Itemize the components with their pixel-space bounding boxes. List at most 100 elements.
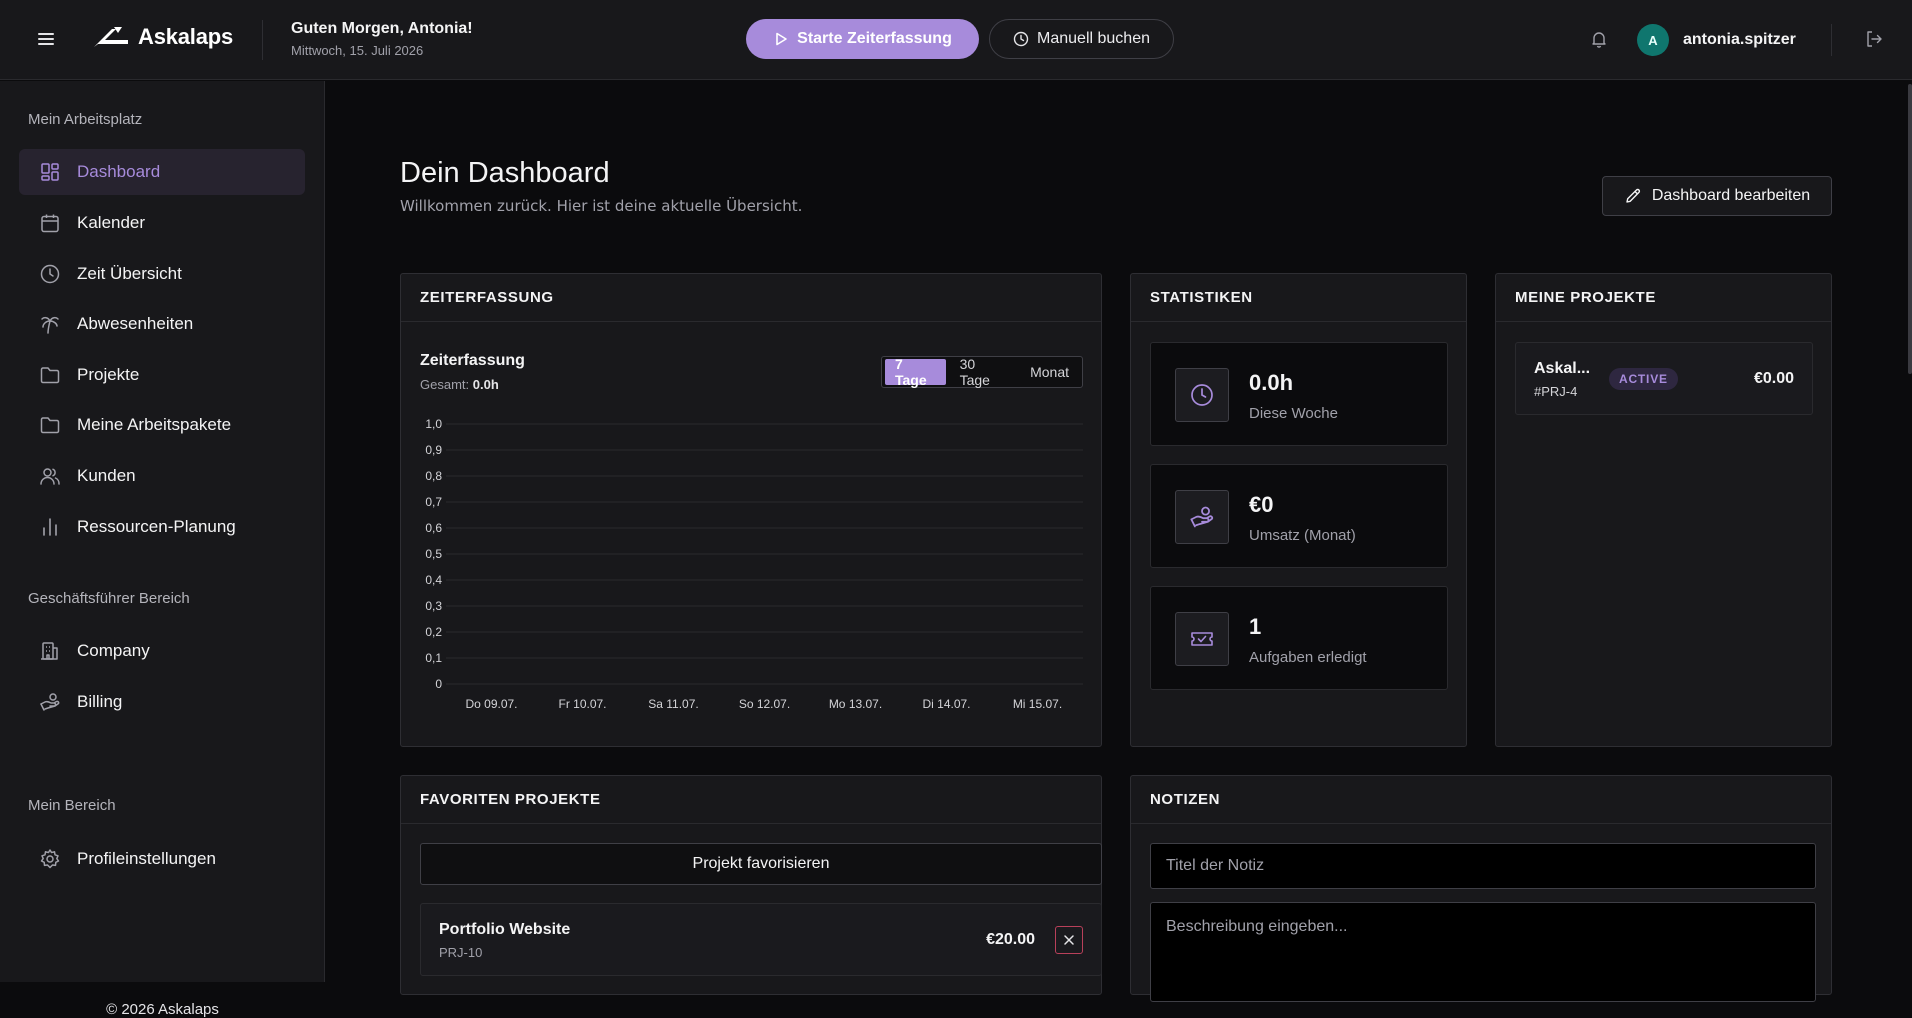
stat-label: Aufgaben erledigt — [1249, 649, 1367, 666]
sidebar-item-dashboard[interactable]: Dashboard — [19, 149, 305, 195]
gear-icon — [39, 848, 61, 870]
header-divider — [262, 20, 263, 60]
hand-coins-icon — [1175, 490, 1229, 544]
sidebar-item-label: Billing — [77, 692, 123, 711]
menu-icon[interactable] — [36, 29, 56, 49]
project-amount: €0.00 — [1753, 370, 1794, 387]
page-subtitle: Willkommen zurück. Hier ist deine aktuel… — [400, 197, 803, 215]
favorite-project-item[interactable]: Portfolio Website PRJ-10 €20.00 — [420, 903, 1102, 976]
card-heading: FAVORITEN PROJEKTE — [401, 776, 1101, 824]
statistics-card: STATISTIKEN 0.0h Diese Woche €0 Umsatz (… — [1130, 273, 1467, 747]
project-item[interactable]: Askal... #PRJ-4 ACTIVE €0.00 — [1515, 342, 1813, 415]
range-month[interactable]: Monat — [1020, 359, 1079, 385]
sidebar-item-calendar[interactable]: Kalender — [19, 200, 305, 246]
favorite-project-button[interactable]: Projekt favorisieren — [420, 843, 1102, 885]
y-tick-label: 0,9 — [425, 443, 442, 457]
sidebar-item-label: Dashboard — [77, 162, 161, 181]
y-tick-label: 0,4 — [425, 573, 442, 587]
stat-box-week-hours: 0.0h Diese Woche — [1150, 342, 1448, 446]
sidebar: Mein Arbeitsplatz Dashboard Kalender Zei… — [0, 81, 325, 1018]
y-tick-label: 0 — [435, 677, 442, 691]
hand-coins-icon — [39, 691, 61, 713]
y-tick-label: 0,6 — [425, 521, 442, 535]
ticket-check-icon — [1175, 612, 1229, 666]
range-7-days[interactable]: 7 Tage — [885, 356, 946, 388]
close-icon — [1062, 933, 1076, 947]
y-tick-label: 0,5 — [425, 547, 442, 561]
page-title: Dein Dashboard — [400, 157, 610, 189]
building-icon — [39, 640, 61, 662]
stat-label: Umsatz (Monat) — [1249, 527, 1356, 544]
scrollbar[interactable] — [1908, 84, 1912, 374]
folder-icon — [39, 414, 61, 436]
note-description-input[interactable] — [1150, 902, 1816, 1002]
bell-icon[interactable] — [1589, 29, 1609, 49]
sidebar-item-customers[interactable]: Kunden — [19, 453, 305, 499]
project-name: Portfolio Website — [439, 921, 571, 938]
edit-dashboard-label: Dashboard bearbeiten — [1651, 187, 1811, 204]
chart-total: Gesamt: 0.0h — [420, 377, 499, 392]
greeting: Guten Morgen, Antonia! Mittwoch, 15. Jul… — [291, 20, 473, 58]
clock-icon — [1175, 368, 1229, 422]
header-divider — [1831, 24, 1832, 56]
manual-booking-label: Manuell buchen — [1037, 30, 1150, 47]
sidebar-item-label: Kunden — [77, 466, 136, 485]
sidebar-item-absences[interactable]: Abwesenheiten — [19, 301, 305, 347]
start-time-tracking-label: Starte Zeiterfassung — [797, 30, 952, 47]
manual-booking-button[interactable]: Manuell buchen — [989, 19, 1174, 59]
x-tick-label: Fr 10.07. — [558, 697, 606, 711]
remove-favorite-button[interactable] — [1055, 926, 1083, 954]
app-logo[interactable]: Askalaps — [92, 24, 233, 50]
greeting-title: Guten Morgen, Antonia! — [291, 20, 473, 37]
y-tick-label: 0,2 — [425, 625, 442, 639]
sidebar-item-work-packages[interactable]: Meine Arbeitspakete — [19, 402, 305, 448]
project-name: Askal... — [1534, 360, 1591, 377]
note-title-input[interactable] — [1150, 843, 1816, 889]
project-amount: €20.00 — [986, 931, 1035, 948]
avatar[interactable]: A — [1637, 24, 1669, 56]
bar-chart-icon — [39, 516, 61, 538]
palm-tree-icon — [39, 313, 61, 335]
dashboard-icon — [39, 161, 61, 183]
logout-icon[interactable] — [1864, 29, 1884, 49]
time-tracking-card: ZEITERFASSUNG Zeiterfassung Gesamt: 0.0h… — [400, 273, 1102, 747]
start-time-tracking-button[interactable]: Starte Zeiterfassung — [746, 19, 979, 59]
time-tracking-chart: 0 0,1 0,2 0,3 0,4 0,5 0,6 0,7 0,8 0,9 1,0 Do 09.07.… — [425, 417, 1083, 711]
sidebar-item-label: Zeit Übersicht — [77, 264, 182, 283]
chart-title: Zeiterfassung — [420, 352, 525, 369]
edit-dashboard-button[interactable]: Dashboard bearbeiten — [1602, 176, 1832, 216]
x-tick-label: Sa 11.07. — [648, 697, 698, 711]
sidebar-section-title: Mein Arbeitsplatz — [28, 111, 143, 128]
card-heading: ZEITERFASSUNG — [401, 274, 1101, 322]
stat-box-revenue: €0 Umsatz (Monat) — [1150, 464, 1448, 568]
sidebar-item-label: Ressourcen-Planung — [77, 517, 236, 536]
sidebar-item-label: Kalender — [77, 213, 146, 232]
sidebar-item-company[interactable]: Company — [19, 628, 305, 674]
sidebar-item-label: Projekte — [77, 365, 140, 384]
y-tick-label: 0,1 — [425, 651, 442, 665]
range-30-days[interactable]: 30 Tage — [950, 356, 1016, 388]
sidebar-item-resource-planning[interactable]: Ressourcen-Planung — [19, 504, 305, 550]
sidebar-item-label: Company — [77, 641, 150, 660]
project-code: PRJ-10 — [439, 945, 483, 960]
sidebar-item-projects[interactable]: Projekte — [19, 352, 305, 398]
stat-value: 0.0h — [1249, 370, 1294, 395]
clock-icon — [1013, 31, 1029, 47]
top-header: Askalaps Guten Morgen, Antonia! Mittwoch… — [0, 0, 1912, 80]
username[interactable]: antonia.spitzer — [1683, 31, 1796, 49]
copyright: © 2026 Askalaps — [106, 1001, 219, 1018]
sidebar-item-billing[interactable]: Billing — [19, 679, 305, 725]
stat-label: Diese Woche — [1249, 405, 1338, 422]
sidebar-section-title: Geschäftsführer Bereich — [28, 590, 190, 607]
sidebar-item-label: Meine Arbeitspakete — [77, 415, 232, 434]
stat-value: 1 — [1249, 614, 1262, 639]
stat-box-tasks-done: 1 Aufgaben erledigt — [1150, 586, 1448, 690]
notes-card: NOTIZEN — [1130, 775, 1832, 1002]
logo-icon — [92, 25, 130, 49]
pencil-icon — [1624, 187, 1642, 205]
sidebar-item-profile-settings[interactable]: Profileinstellungen — [19, 836, 305, 882]
users-icon — [39, 465, 61, 487]
sidebar-item-label: Abwesenheiten — [77, 314, 194, 333]
y-tick-label: 0,3 — [425, 599, 442, 613]
sidebar-item-time-overview[interactable]: Zeit Übersicht — [19, 251, 305, 297]
